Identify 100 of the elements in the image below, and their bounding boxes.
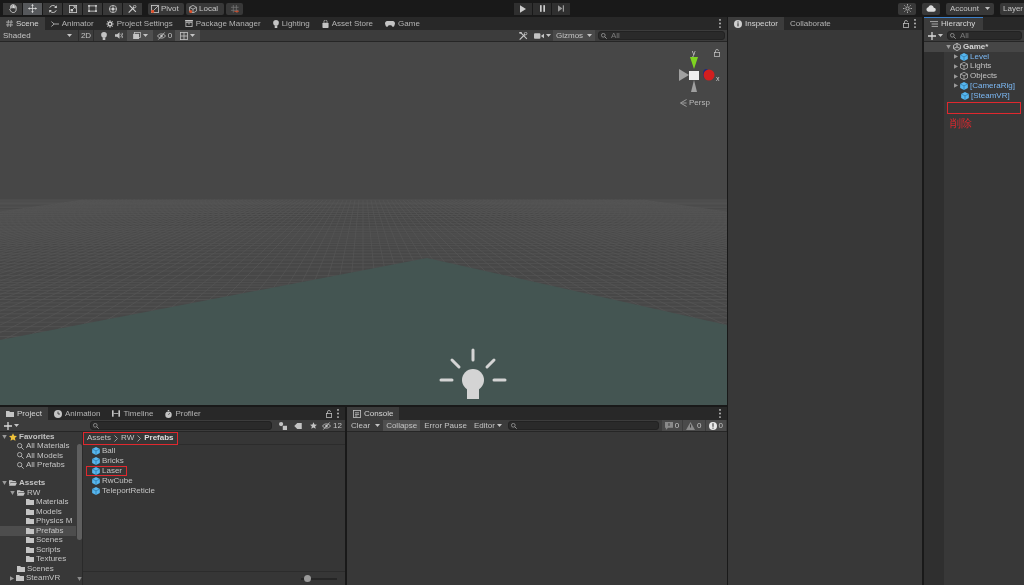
caret-icon [142, 34, 148, 37]
tab[interactable]: Project [0, 407, 48, 420]
tree-item[interactable]: RW [0, 488, 76, 498]
scene-row[interactable]: Game* [924, 42, 1024, 52]
breadcrumb-link[interactable]: Prefabs [144, 434, 174, 442]
tab[interactable]: Collaborate [783, 17, 837, 30]
grid-snap-button[interactable] [226, 2, 243, 15]
tree-item[interactable]: Models [0, 507, 76, 517]
local-button[interactable]: Local [186, 2, 224, 15]
type-filter-button[interactable] [276, 420, 290, 431]
tab[interactable]: Asset Store [315, 17, 380, 30]
hidden-packages-toggle[interactable]: 12 [321, 420, 343, 431]
camera-dropdown[interactable] [532, 30, 552, 41]
step-button[interactable] [552, 2, 570, 15]
add-button[interactable] [3, 420, 20, 431]
tab[interactable]: Game [379, 17, 426, 30]
logo-icon [953, 42, 961, 51]
scale-icon [68, 4, 77, 13]
slider-thumb[interactable] [303, 575, 311, 582]
pause-button[interactable] [533, 2, 551, 15]
orientation-gizmo-icon[interactable] [679, 57, 715, 92]
tree-item[interactable]: Objects [944, 71, 1024, 81]
console-toggle[interactable]: Error Pause [421, 420, 470, 431]
breadcrumb-link[interactable]: RW [121, 434, 135, 442]
breadcrumb-link[interactable]: Assets [87, 434, 111, 442]
log-count-toggle[interactable]: 0 [705, 420, 726, 431]
tree-item[interactable]: Scripts [0, 545, 76, 555]
tree-item[interactable]: SteamVR [0, 573, 76, 583]
cloud-button[interactable] [922, 2, 940, 15]
asset-item[interactable]: Ball [86, 446, 121, 456]
star-icon [309, 422, 317, 429]
move-icon [28, 4, 37, 13]
tree-item[interactable]: [SteamVR] [944, 90, 1024, 101]
scrollbar-thumb[interactable] [76, 444, 82, 540]
tab[interactable]: Project Settings [99, 17, 179, 30]
asset-item[interactable]: TeleportReticle [86, 486, 160, 496]
tab[interactable]: Timeline [106, 407, 160, 420]
pivot-button[interactable]: Pivot [148, 2, 184, 15]
tree-item[interactable]: Materials [0, 497, 76, 507]
add-button[interactable] [926, 30, 944, 41]
tree-item[interactable]: Assets [0, 478, 76, 488]
tool-button[interactable] [43, 2, 62, 15]
editor-dropdown[interactable]: Editor [470, 420, 505, 431]
tree-item[interactable]: All Prefabs [0, 460, 76, 470]
zoom-slider[interactable] [301, 575, 337, 582]
tree-item[interactable]: Level [944, 51, 1024, 62]
toolbar-button[interactable] [898, 2, 916, 15]
log-count-toggle[interactable]: 0 [683, 420, 705, 431]
tool-button[interactable] [3, 2, 22, 15]
tree-item[interactable]: Scenes [0, 564, 76, 574]
tab[interactable]: Hierarchy [924, 17, 984, 30]
tool-button[interactable] [63, 2, 82, 15]
tab[interactable]: Package Manager [178, 17, 267, 30]
asset-item[interactable]: RwCube [86, 476, 138, 486]
tool-button[interactable] [103, 2, 122, 15]
play-button[interactable] [514, 2, 532, 15]
tree-item[interactable]: Lights [944, 61, 1024, 72]
tree-item[interactable]: [CameraRig] [944, 81, 1024, 91]
search-field[interactable] [90, 421, 272, 430]
tab[interactable]: Profiler [159, 407, 207, 420]
asset-item[interactable]: Bricks [86, 456, 129, 466]
lock-icon [714, 49, 720, 57]
tab[interactable]: Inspector [728, 17, 784, 30]
search-icon [17, 442, 24, 450]
tree-item[interactable]: All Materials [0, 441, 76, 451]
shading-dropdown[interactable]: Shaded [0, 30, 75, 41]
tab[interactable]: Animator [44, 17, 100, 30]
log-count-toggle[interactable]: 0 [661, 420, 683, 431]
hidden-objects-toggle[interactable]: 0 [155, 30, 174, 41]
tree-item[interactable]: All Models [0, 451, 76, 461]
tab[interactable]: Lighting [266, 17, 316, 30]
2d-toggle[interactable]: 2D [78, 30, 94, 41]
tree-item[interactable]: Textures [0, 554, 76, 564]
tree-item[interactable]: Favorites [0, 432, 76, 442]
tree-item[interactable]: Physics M [0, 516, 76, 526]
clear-button[interactable]: Clear [348, 420, 374, 431]
tab[interactable]: Scene [0, 17, 45, 30]
search-field[interactable] [507, 421, 659, 430]
projection-toggle[interactable]: Persp [680, 99, 710, 107]
search-field[interactable]: All [598, 31, 725, 40]
search-field[interactable]: All [947, 31, 1022, 40]
grid-toggle[interactable] [175, 30, 200, 41]
star-icon [9, 432, 17, 441]
tool-button[interactable] [83, 2, 102, 15]
tab[interactable]: Console [347, 407, 400, 420]
scene-toggle[interactable] [112, 30, 126, 41]
scene-toggle[interactable] [127, 30, 153, 41]
tool-button[interactable] [123, 2, 142, 15]
sun-icon [902, 4, 912, 13]
tree-item[interactable]: Scenes [0, 535, 76, 545]
account-dropdown[interactable]: Account [946, 2, 994, 15]
asset-item[interactable]: Laser [86, 466, 127, 476]
console-toggle[interactable]: Collapse [383, 420, 421, 431]
tools-button[interactable] [516, 30, 530, 41]
layers-dropdown[interactable]: Layer [1000, 2, 1024, 15]
gizmos-dropdown[interactable]: Gizmos [553, 30, 595, 41]
tab[interactable]: Animation [47, 407, 107, 420]
tree-item[interactable]: Prefabs [0, 526, 76, 536]
tool-button[interactable] [23, 2, 42, 15]
cube-icon [92, 457, 100, 465]
